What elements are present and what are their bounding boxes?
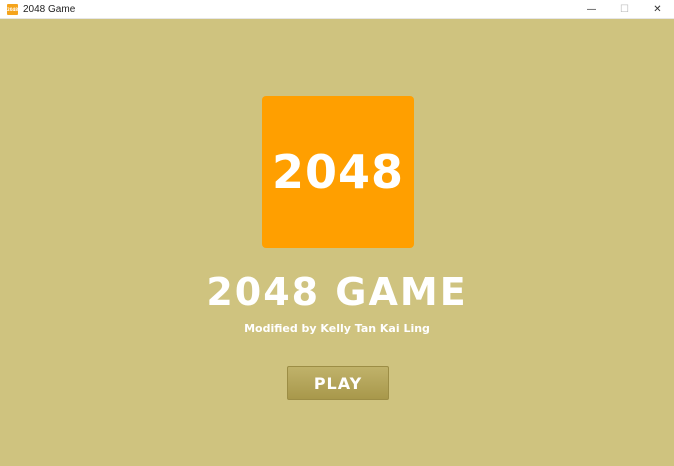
credit-text: Modified by Kelly Tan Kai Ling [244,322,430,335]
window-controls: — ☐ ✕ [575,0,674,19]
window-title: 2048 Game [23,3,76,15]
play-button[interactable]: PLAY [287,366,389,400]
game-window: 2048 2048 Game — ☐ ✕ 2048 2048 GAME Modi… [0,0,674,466]
title-bar: 2048 2048 Game — ☐ ✕ [0,0,674,19]
game-title: 2048 GAME [206,270,468,314]
minimize-button[interactable]: — [575,0,608,18]
maximize-button[interactable]: ☐ [608,0,641,18]
logo-tile: 2048 [262,96,414,248]
close-button[interactable]: ✕ [641,0,674,18]
app-icon: 2048 [7,3,18,15]
